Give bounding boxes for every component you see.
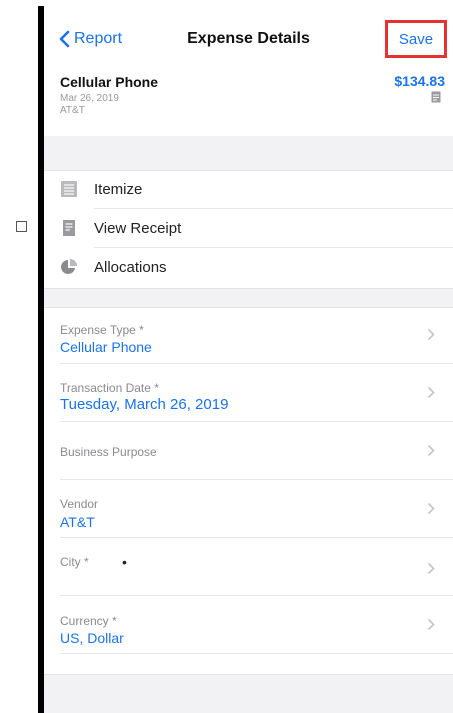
itemize-label: Itemize [94,181,143,198]
row-separator [60,653,453,654]
expense-amount: $134.83 [394,73,445,89]
chevron-left-icon [59,30,70,48]
expense-date: Mar 26, 2019 [60,93,119,104]
field-value: Tuesday, March 26, 2019 [60,396,229,413]
city-field[interactable]: City * • [44,538,453,596]
receipt-icon [431,91,441,103]
expense-vendor: AT&T [60,105,85,116]
chevron-right-icon [427,562,435,575]
save-button[interactable]: Save [385,20,447,58]
list-icon [61,181,77,197]
field-label: Currency * [60,614,117,628]
pie-chart-icon [61,259,77,274]
actions-list: Itemize View Receipt Allocations [44,170,453,288]
transaction-date-field[interactable]: Transaction Date * Tuesday, March 26, 20… [44,364,453,422]
expense-summary: Cellular Phone Mar 26, 2019 AT&T $134.83 [44,66,453,136]
chevron-right-icon [427,618,435,631]
back-button[interactable]: Report [58,30,122,48]
field-value: AT&T [60,514,95,530]
field-value: • [122,554,127,570]
field-label: Business Purpose [60,445,157,459]
section-divider [44,136,453,171]
field-label: Transaction Date * [60,381,159,395]
field-value: US, Dollar [60,630,124,646]
field-label: City * [60,555,89,569]
expense-details-screen: Report Expense Details Save Cellular Pho… [44,6,453,713]
navigation-bar: Report Expense Details Save [44,6,453,66]
section-divider [44,288,453,308]
back-label: Report [74,30,123,47]
vendor-field[interactable]: Vendor AT&T [44,480,453,538]
view-receipt-row[interactable]: View Receipt [44,209,453,248]
expense-type-field[interactable]: Expense Type * Cellular Phone [44,306,453,364]
bottom-bar [44,674,453,713]
chevron-right-icon [427,328,435,341]
business-purpose-field[interactable]: Business Purpose [44,422,453,480]
field-label: Expense Type * [60,323,144,337]
currency-field[interactable]: Currency * US, Dollar [44,596,453,654]
itemize-row[interactable]: Itemize [44,170,453,209]
chevron-right-icon [427,502,435,515]
checkbox[interactable] [16,221,27,232]
field-label: Vendor [60,497,99,511]
expense-fields: Expense Type * Cellular Phone Transactio… [44,306,453,676]
receipt-icon [63,220,75,236]
allocations-label: Allocations [94,259,167,276]
chevron-right-icon [427,386,435,399]
field-value: Cellular Phone [60,339,152,355]
view-receipt-label: View Receipt [94,220,182,237]
allocations-row[interactable]: Allocations [44,248,453,287]
chevron-right-icon [427,444,435,457]
expense-name: Cellular Phone [60,74,159,90]
